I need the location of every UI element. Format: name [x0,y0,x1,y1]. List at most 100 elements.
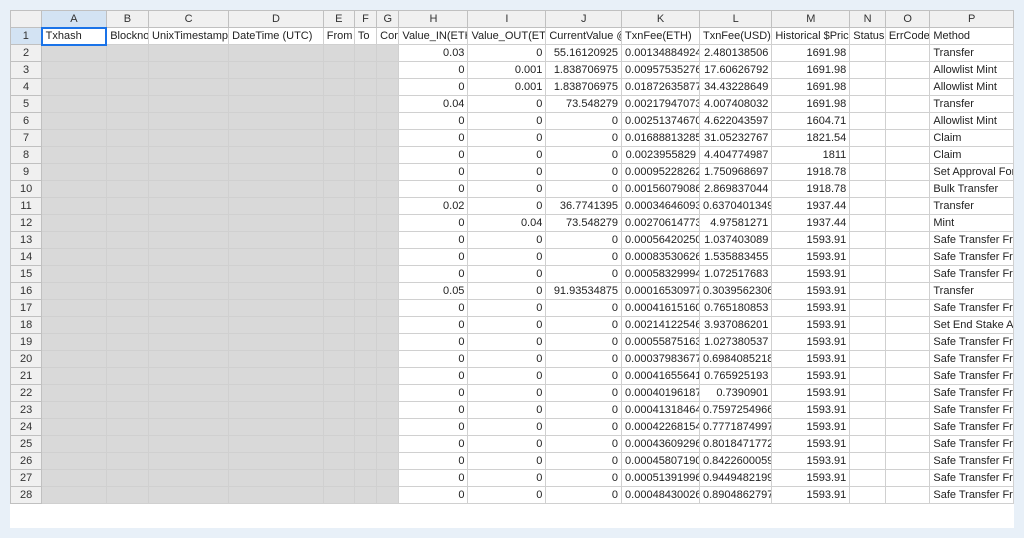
cell-G20[interactable] [377,351,399,368]
cell-O5[interactable] [885,96,930,113]
cell-D26[interactable] [229,453,324,470]
cell-O12[interactable] [885,215,930,232]
cell-A11[interactable] [42,198,107,215]
cell-N13[interactable] [850,232,886,249]
cell-G27[interactable] [377,470,399,487]
cell-F10[interactable] [354,181,376,198]
cell-G17[interactable] [377,300,399,317]
cell-O28[interactable] [885,487,930,504]
cell-J22[interactable]: 0 [546,385,622,402]
cell-H19[interactable]: 0 [399,334,468,351]
cell-L4[interactable]: 34.43228649 [699,79,771,96]
cell-O8[interactable] [885,147,930,164]
cell-J13[interactable]: 0 [546,232,622,249]
cell-O25[interactable] [885,436,930,453]
header-cell-B[interactable]: Blockno [106,28,148,45]
cell-H11[interactable]: 0.02 [399,198,468,215]
cell-I15[interactable]: 0 [468,266,546,283]
cell-G18[interactable] [377,317,399,334]
cell-E2[interactable] [323,45,354,62]
cell-I18[interactable]: 0 [468,317,546,334]
cell-B13[interactable] [106,232,148,249]
cell-F18[interactable] [354,317,376,334]
cell-P14[interactable]: Safe Transfer From [930,249,1014,266]
cell-I4[interactable]: 0.001 [468,79,546,96]
cell-E18[interactable] [323,317,354,334]
cell-P28[interactable]: Safe Transfer From [930,487,1014,504]
cell-P25[interactable]: Safe Transfer From [930,436,1014,453]
cell-G11[interactable] [377,198,399,215]
cell-F12[interactable] [354,215,376,232]
cell-K23[interactable]: 0.00041318464 [622,402,700,419]
cell-P19[interactable]: Safe Transfer From [930,334,1014,351]
cell-P16[interactable]: Transfer [930,283,1014,300]
cell-C27[interactable] [149,470,229,487]
cell-N5[interactable] [850,96,886,113]
col-header-G[interactable]: G [377,11,399,28]
row-header-27[interactable]: 27 [11,470,42,487]
cell-M23[interactable]: 1593.91 [772,402,850,419]
cell-F13[interactable] [354,232,376,249]
cell-K3[interactable]: 0.00957535276 [622,62,700,79]
cell-L5[interactable]: 4.007408032 [699,96,771,113]
cell-J3[interactable]: 1.838706975 [546,62,622,79]
col-header-F[interactable]: F [354,11,376,28]
cell-E14[interactable] [323,249,354,266]
cell-M20[interactable]: 1593.91 [772,351,850,368]
cell-M3[interactable]: 1691.98 [772,62,850,79]
cell-P3[interactable]: Allowlist Mint [930,62,1014,79]
cell-C5[interactable] [149,96,229,113]
cell-A13[interactable] [42,232,107,249]
cell-H9[interactable]: 0 [399,164,468,181]
cell-J23[interactable]: 0 [546,402,622,419]
cell-O2[interactable] [885,45,930,62]
spreadsheet[interactable]: A B C D E F G H I J K L M N O P 1TxhashB… [10,10,1014,528]
cell-P12[interactable]: Mint [930,215,1014,232]
cell-C13[interactable] [149,232,229,249]
cell-H22[interactable]: 0 [399,385,468,402]
cell-L12[interactable]: 4.97581271 [699,215,771,232]
cell-D24[interactable] [229,419,324,436]
cell-F21[interactable] [354,368,376,385]
cell-P22[interactable]: Safe Transfer From [930,385,1014,402]
cell-H25[interactable]: 0 [399,436,468,453]
col-header-O[interactable]: O [885,11,930,28]
cell-A27[interactable] [42,470,107,487]
cell-D23[interactable] [229,402,324,419]
cell-B14[interactable] [106,249,148,266]
cell-N9[interactable] [850,164,886,181]
cell-M8[interactable]: 1811 [772,147,850,164]
cell-N28[interactable] [850,487,886,504]
cell-C15[interactable] [149,266,229,283]
cell-I2[interactable]: 0 [468,45,546,62]
cell-D7[interactable] [229,130,324,147]
cell-M14[interactable]: 1593.91 [772,249,850,266]
cell-N2[interactable] [850,45,886,62]
row-header-1[interactable]: 1 [11,28,42,45]
cell-A3[interactable] [42,62,107,79]
cell-J12[interactable]: 73.548279 [546,215,622,232]
cell-H10[interactable]: 0 [399,181,468,198]
cell-J27[interactable]: 0 [546,470,622,487]
cell-B26[interactable] [106,453,148,470]
cell-M26[interactable]: 1593.91 [772,453,850,470]
header-cell-I[interactable]: Value_OUT(ETH) [468,28,546,45]
cell-H21[interactable]: 0 [399,368,468,385]
cell-J19[interactable]: 0 [546,334,622,351]
cell-C26[interactable] [149,453,229,470]
cell-B4[interactable] [106,79,148,96]
cell-M17[interactable]: 1593.91 [772,300,850,317]
row-header-8[interactable]: 8 [11,147,42,164]
cell-J28[interactable]: 0 [546,487,622,504]
cell-O10[interactable] [885,181,930,198]
cell-C10[interactable] [149,181,229,198]
cell-H12[interactable]: 0 [399,215,468,232]
cell-K20[interactable]: 0.00037983677 [622,351,700,368]
cell-M7[interactable]: 1821.54 [772,130,850,147]
cell-N4[interactable] [850,79,886,96]
cell-B22[interactable] [106,385,148,402]
row-header-16[interactable]: 16 [11,283,42,300]
cell-E15[interactable] [323,266,354,283]
cell-H28[interactable]: 0 [399,487,468,504]
row-header-5[interactable]: 5 [11,96,42,113]
